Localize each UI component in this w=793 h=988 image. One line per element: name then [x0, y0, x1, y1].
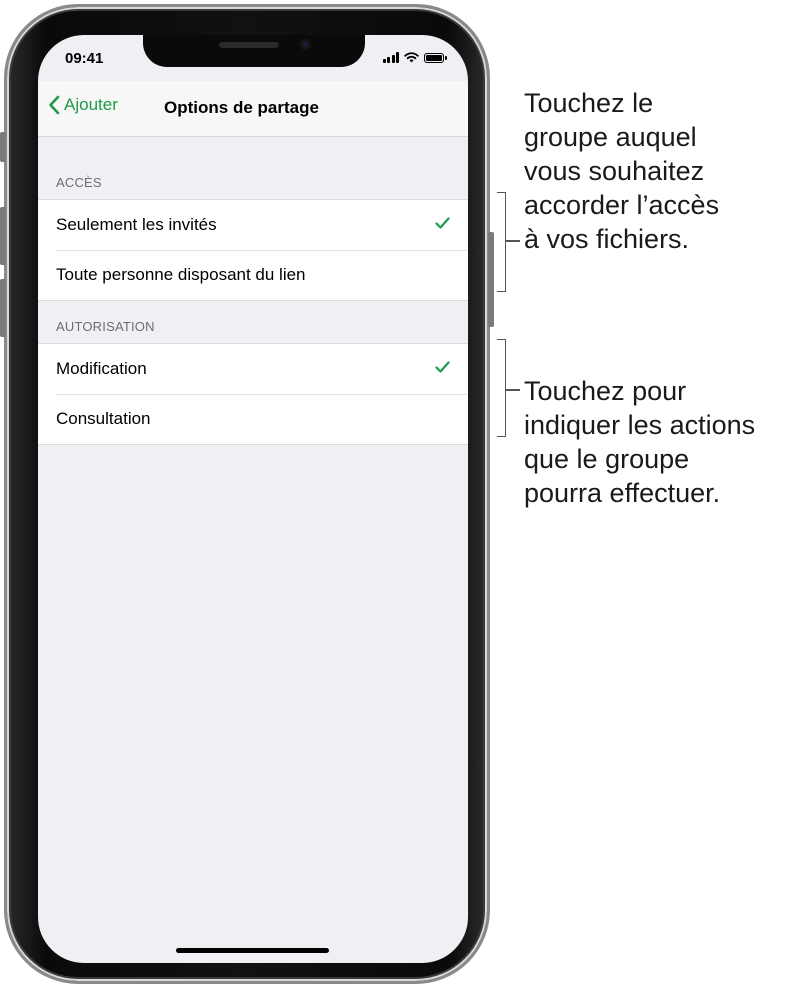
permission-bracket [497, 339, 506, 437]
section-header-access: ACCÈS [56, 175, 102, 190]
permission-callout: Touchez pour indiquer les actions que le… [524, 376, 756, 508]
chevron-left-icon [49, 95, 60, 115]
camera [300, 39, 311, 50]
side-button-volume-down [0, 279, 6, 337]
wifi-icon [404, 52, 419, 63]
access-callout: Touchez le groupe auquel vous souhaitez … [524, 88, 720, 254]
option-label: Modification [56, 359, 147, 378]
permission-group: Modification Consultation [38, 343, 468, 445]
battery-icon [424, 53, 447, 63]
access-bracket [497, 192, 506, 292]
navigation-bar: Ajouter Options de partage [38, 81, 468, 137]
permission-bracket-tick [506, 389, 520, 391]
screen: 09:41 Ajouter Options de partage ACCÈS S… [38, 35, 468, 963]
page-title: Options de partage [164, 98, 319, 117]
access-group: Seulement les invités Toute personne dis… [38, 199, 468, 301]
permission-option-edit[interactable]: Modification [38, 344, 468, 394]
back-button[interactable]: Ajouter [48, 95, 118, 115]
access-option-invited[interactable]: Seulement les invités [38, 200, 468, 250]
phone-frame: 09:41 Ajouter Options de partage ACCÈS S… [0, 4, 494, 984]
notch [143, 35, 365, 67]
access-option-anyone-with-link[interactable]: Toute personne disposant du lien [38, 250, 468, 300]
signal-icon [382, 52, 399, 63]
option-label: Seulement les invités [56, 215, 217, 234]
speaker [219, 42, 279, 48]
status-icons [382, 52, 447, 63]
section-header-permission: AUTORISATION [56, 319, 155, 334]
option-label: Consultation [56, 409, 151, 428]
home-indicator[interactable] [176, 948, 329, 953]
back-label: Ajouter [64, 95, 118, 114]
checkmark-icon [435, 217, 450, 229]
status-time: 09:41 [65, 50, 104, 67]
side-button-power [488, 232, 494, 327]
permission-option-view[interactable]: Consultation [38, 394, 468, 444]
access-bracket-tick [506, 240, 520, 242]
side-button-mute [0, 132, 6, 162]
checkmark-icon [435, 361, 450, 373]
side-button-volume-up [0, 207, 6, 265]
option-label: Toute personne disposant du lien [56, 265, 306, 284]
